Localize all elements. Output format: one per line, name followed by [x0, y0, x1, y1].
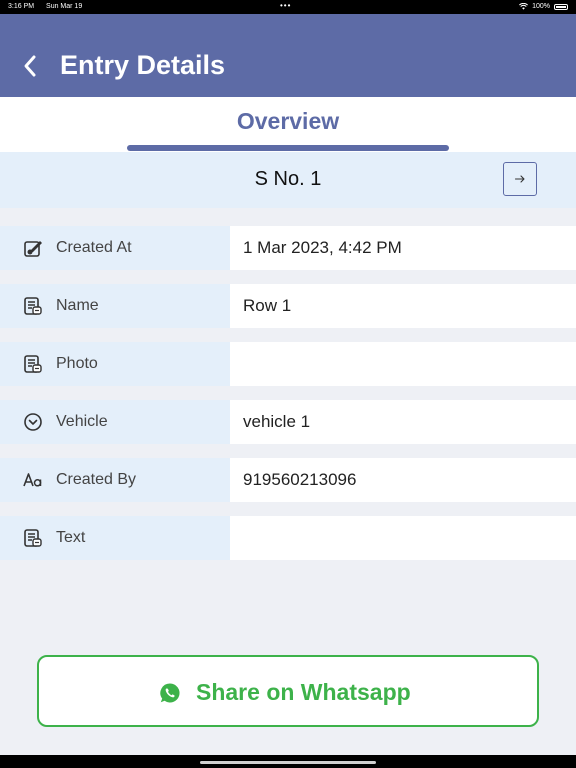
- status-time: 3:16 PM: [8, 3, 35, 10]
- record-header: S No. 1: [0, 152, 576, 208]
- field-value: vehicle 1: [243, 412, 311, 431]
- field-value-cell[interactable]: vehicle 1: [230, 400, 576, 444]
- tab-overview[interactable]: Overview: [0, 108, 576, 135]
- field-label-cell: Name: [0, 284, 230, 328]
- field-label-cell: Photo: [0, 342, 230, 386]
- field-value-cell[interactable]: Row 1: [230, 284, 576, 328]
- field-row-vehicle: Vehicle vehicle 1: [0, 400, 576, 444]
- wifi-icon: [519, 3, 529, 10]
- status-date: Sun Mar 19: [46, 3, 83, 10]
- battery-percent: 100%: [532, 3, 550, 10]
- document-icon: [24, 529, 42, 547]
- share-label: Share on Whatsapp: [196, 679, 411, 705]
- tab-indicator: [127, 145, 449, 151]
- text-aa-icon: [23, 473, 42, 487]
- next-record-button[interactable]: [503, 162, 537, 196]
- field-row-created-by: Created By 919560213096: [0, 458, 576, 502]
- arrow-right-icon: [514, 175, 525, 183]
- field-value-cell[interactable]: [230, 516, 576, 560]
- field-label: Created At: [56, 239, 132, 256]
- field-label-cell: Text: [0, 516, 230, 560]
- document-icon: [24, 355, 42, 373]
- field-row-photo: Photo: [0, 342, 576, 386]
- field-label: Created By: [56, 471, 137, 488]
- field-value-cell[interactable]: 919560213096: [230, 458, 576, 502]
- page-title: Entry Details: [60, 50, 226, 80]
- field-label: Text: [56, 529, 86, 546]
- field-row-text: Text: [0, 516, 576, 560]
- record-title: S No. 1: [254, 168, 322, 190]
- edit-box-icon: [24, 241, 42, 257]
- document-icon: [24, 297, 42, 315]
- chevron-left-icon[interactable]: [20, 52, 40, 80]
- home-indicator[interactable]: [200, 761, 376, 764]
- nav-header: Entry Details: [0, 14, 576, 97]
- share-whatsapp-button[interactable]: Share on Whatsapp: [37, 655, 539, 727]
- field-label: Name: [56, 297, 99, 314]
- whatsapp-icon: [160, 683, 180, 703]
- field-label-cell: Vehicle: [0, 400, 230, 444]
- chevron-circle-icon: [24, 413, 42, 431]
- field-value: 1 Mar 2023, 4:42 PM: [243, 238, 402, 257]
- multitasking-dots[interactable]: •••: [280, 1, 291, 10]
- field-value: 919560213096: [243, 470, 357, 489]
- field-row-name: Name Row 1: [0, 284, 576, 328]
- field-row-created-at: Created At 1 Mar 2023, 4:42 PM: [0, 226, 576, 270]
- field-label: Vehicle: [56, 413, 108, 430]
- battery-icon: [554, 3, 568, 10]
- field-label-cell: Created At: [0, 226, 230, 270]
- field-value-cell[interactable]: 1 Mar 2023, 4:42 PM: [230, 226, 576, 270]
- field-label-cell: Created By: [0, 458, 230, 502]
- field-value: Row 1: [243, 296, 292, 315]
- tab-bar: Overview: [0, 97, 576, 152]
- status-bar: 3:16 PM Sun Mar 19 ••• 100%: [0, 0, 576, 14]
- field-label: Photo: [56, 355, 98, 372]
- field-value-cell[interactable]: [230, 342, 576, 386]
